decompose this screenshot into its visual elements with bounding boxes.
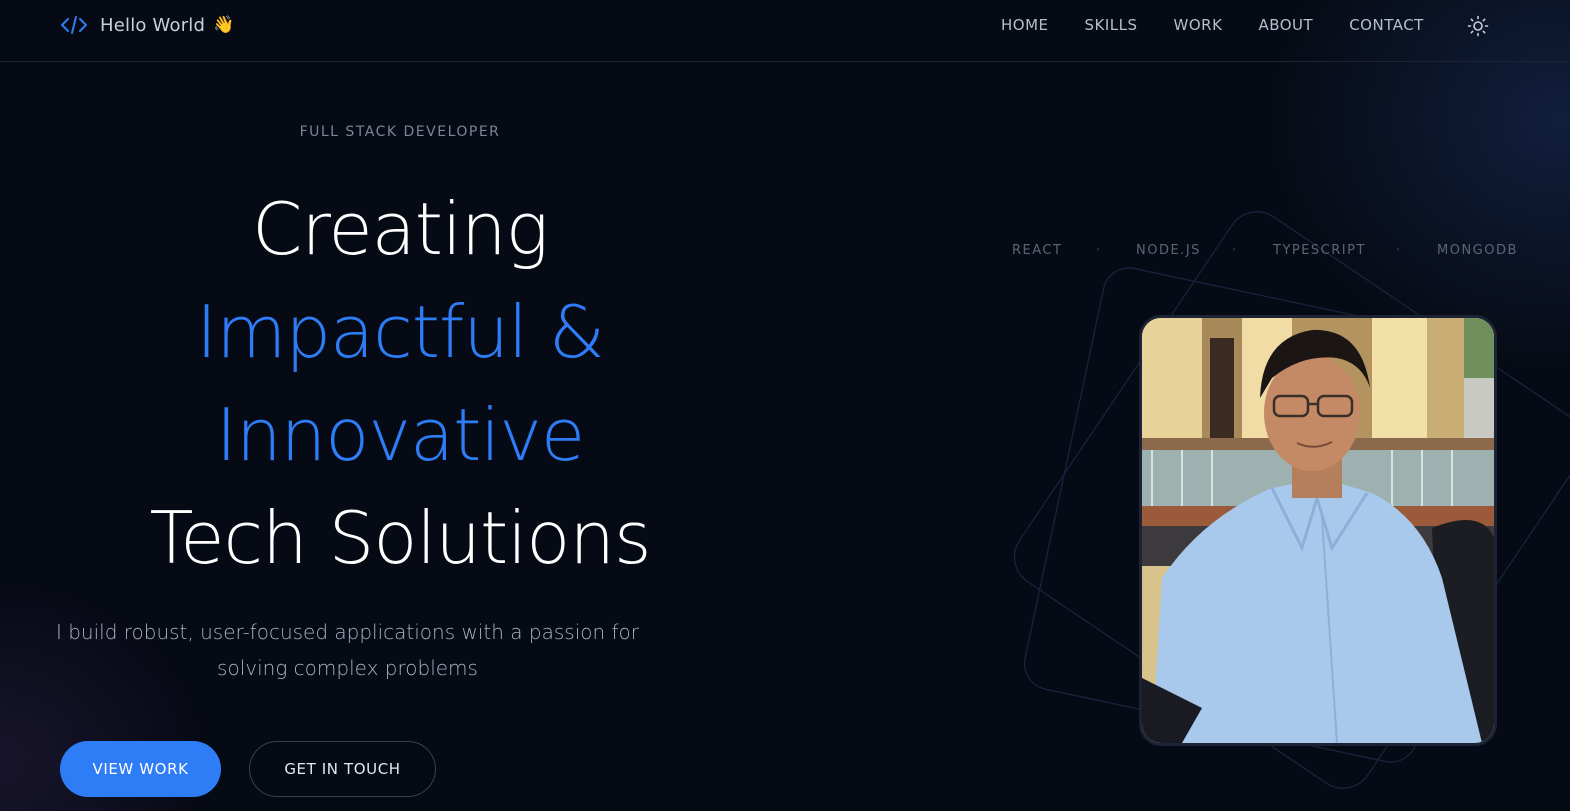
subtitle-line-2: solving complex problems — [217, 656, 478, 680]
tech-item-mongodb: MONGODB — [1437, 243, 1518, 258]
sun-icon — [1467, 15, 1489, 37]
tech-item-typescript: TYPESCRIPT — [1273, 243, 1366, 258]
tech-item-nodejs: NODE.JS — [1136, 243, 1201, 258]
tech-separator: · — [1096, 243, 1102, 258]
get-in-touch-button[interactable]: GET IN TOUCH — [249, 741, 436, 797]
hero-subtitle: I build robust, user-focused application… — [40, 614, 655, 686]
nav-links: HOME SKILLS WORK ABOUT CONTACT — [1001, 15, 1460, 35]
hero-headline: Creating Impactful & Innovative Tech Sol… — [0, 178, 800, 590]
nav-link-skills[interactable]: SKILLS — [1085, 16, 1138, 34]
tech-separator: · — [1232, 243, 1238, 258]
page: Hello World 👋 HOME SKILLS WORK ABOUT CON… — [0, 0, 1570, 811]
nav-link-about[interactable]: ABOUT — [1258, 16, 1313, 34]
brand[interactable]: Hello World 👋 — [60, 12, 234, 38]
nav-link-home[interactable]: HOME — [1001, 16, 1049, 34]
tech-separator: · — [1396, 243, 1402, 258]
headline-line-3: Innovative — [215, 393, 585, 477]
theme-toggle-button[interactable] — [1466, 14, 1490, 38]
code-icon — [60, 15, 88, 35]
headline-line-2: Impactful & — [195, 290, 605, 374]
waving-hand-icon: 👋 — [213, 15, 235, 35]
profile-photo-image — [1142, 318, 1494, 743]
nav-link-work[interactable]: WORK — [1174, 16, 1223, 34]
navbar: Hello World 👋 HOME SKILLS WORK ABOUT CON… — [0, 0, 1570, 62]
subtitle-line-1: I build robust, user-focused application… — [55, 620, 640, 644]
brand-text: Hello World — [100, 14, 206, 36]
nav-link-contact[interactable]: CONTACT — [1349, 16, 1424, 34]
tech-item-react: REACT — [1012, 243, 1063, 258]
view-work-button[interactable]: VIEW WORK — [60, 741, 221, 797]
hero-eyebrow: FULL STACK DEVELOPER — [299, 124, 501, 140]
headline-line-1: Creating — [252, 187, 549, 271]
headline-line-4: Tech Solutions — [149, 496, 652, 580]
profile-photo — [1139, 315, 1497, 746]
tech-stack-row: REACT · NODE.JS · TYPESCRIPT · MONGODB — [1012, 243, 1522, 259]
